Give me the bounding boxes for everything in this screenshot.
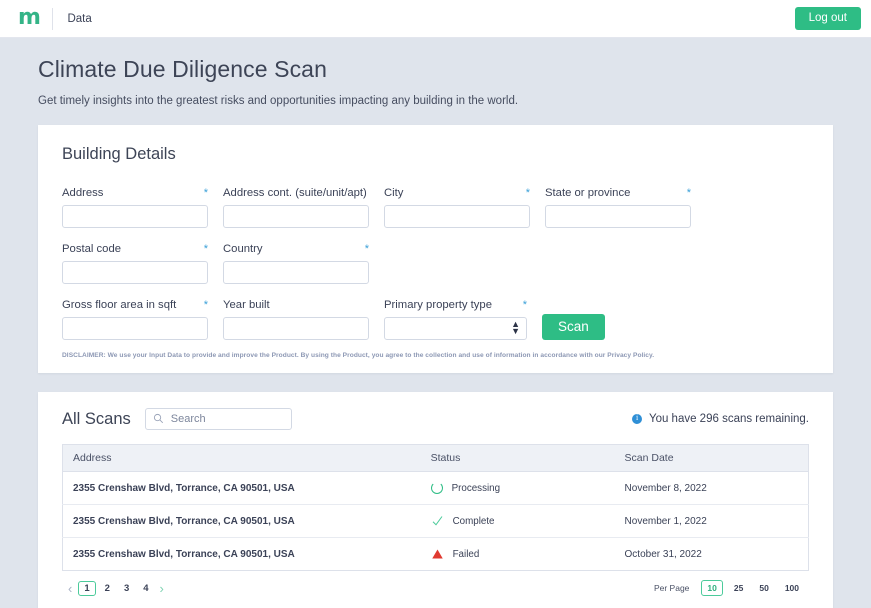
status-label: Complete (453, 516, 495, 527)
pagination: ‹ 1 2 3 4 › Per Page 10 25 50 100 (62, 571, 809, 596)
per-page-option-25[interactable]: 25 (729, 581, 748, 595)
required-marker-gross-floor-area: * (204, 301, 208, 310)
page-subtitle: Get timely insights into the greatest ri… (38, 95, 871, 107)
primary-property-type-select[interactable] (384, 317, 527, 340)
chevron-left-icon[interactable]: ‹ (64, 581, 76, 596)
field-primary-property-type: Primary property type * ▲▼ (384, 298, 527, 340)
scans-table-head: Address Status Scan Date (63, 445, 809, 472)
all-scans-header: All Scans You have 296 scans remaining. (62, 408, 809, 430)
address-input[interactable] (62, 205, 208, 228)
field-postal-code: Postal code * (62, 242, 208, 284)
per-page-option-50[interactable]: 50 (754, 581, 773, 595)
building-details-title: Building Details (62, 145, 809, 164)
all-scans-title: All Scans (62, 410, 131, 429)
page-button-3[interactable]: 3 (119, 582, 134, 595)
scans-remaining-text: You have 296 scans remaining. (649, 413, 809, 425)
nav-item-data[interactable]: Data (67, 13, 91, 25)
field-city: City * (384, 186, 530, 228)
field-state: State or province * (545, 186, 691, 228)
form-row-2: Postal code * Country * (62, 242, 809, 284)
field-label-gross-floor-area: Gross floor area in sqft (62, 299, 176, 311)
state-input[interactable] (545, 205, 691, 228)
logout-button[interactable]: Log out (795, 7, 861, 30)
postal-code-input[interactable] (62, 261, 208, 284)
spinner-icon (431, 482, 443, 494)
scan-button[interactable]: Scan (542, 314, 605, 340)
cell-status: Failed (421, 538, 615, 571)
top-navigation-bar: m Data Log out (0, 0, 871, 38)
info-circle-icon (632, 414, 642, 424)
page-button-1[interactable]: 1 (78, 581, 95, 596)
search-icon (153, 413, 164, 424)
form-row-3: Gross floor area in sqft * Year built Pr… (62, 298, 809, 340)
disclaimer-text: DISCLAIMER: We use your Input Data to pr… (62, 352, 809, 359)
field-label-address-cont: Address cont. (suite/unit/apt) (223, 187, 367, 199)
cell-scan-date: November 1, 2022 (615, 505, 809, 538)
required-marker-city: * (526, 189, 530, 198)
per-page-control: Per Page 10 25 50 100 (654, 580, 807, 596)
required-marker-postal-code: * (204, 245, 208, 254)
field-address-cont: Address cont. (suite/unit/apt) (223, 186, 369, 228)
page-header: Climate Due Diligence Scan Get timely in… (0, 38, 871, 107)
country-input[interactable] (223, 261, 369, 284)
scans-remaining: You have 296 scans remaining. (632, 413, 809, 425)
required-marker-address: * (204, 189, 208, 198)
scans-table: Address Status Scan Date 2355 Crenshaw B… (62, 444, 809, 571)
app-logo[interactable]: m (14, 7, 52, 31)
scans-table-body: 2355 Crenshaw Blvd, Torrance, CA 90501, … (63, 472, 809, 571)
table-row[interactable]: 2355 Crenshaw Blvd, Torrance, CA 90501, … (63, 538, 809, 571)
field-label-address: Address (62, 187, 103, 199)
cell-status: Processing (421, 472, 615, 505)
required-marker-primary-property-type: * (523, 301, 527, 310)
required-marker-country: * (365, 245, 369, 254)
field-label-year-built: Year built (223, 299, 270, 311)
column-header-scan-date: Scan Date (615, 445, 809, 472)
page-title: Climate Due Diligence Scan (38, 56, 871, 83)
field-country: Country * (223, 242, 369, 284)
field-label-country: Country (223, 243, 263, 255)
scan-button-wrap: Scan (542, 298, 605, 340)
chevron-right-icon[interactable]: › (156, 581, 168, 596)
check-icon (431, 515, 444, 527)
field-label-state: State or province (545, 187, 630, 199)
page-button-2[interactable]: 2 (100, 582, 115, 595)
field-label-primary-property-type: Primary property type (384, 299, 492, 311)
per-page-label: Per Page (654, 583, 689, 593)
field-label-postal-code: Postal code (62, 243, 121, 255)
address-cont-input[interactable] (223, 205, 369, 228)
cell-scan-date: October 31, 2022 (615, 538, 809, 571)
column-header-status: Status (421, 445, 615, 472)
table-row[interactable]: 2355 Crenshaw Blvd, Torrance, CA 90501, … (63, 472, 809, 505)
warning-triangle-icon (431, 548, 444, 560)
field-gross-floor-area: Gross floor area in sqft * (62, 298, 208, 340)
nav-divider (52, 8, 53, 30)
cell-address: 2355 Crenshaw Blvd, Torrance, CA 90501, … (63, 538, 421, 571)
required-marker-state: * (687, 189, 691, 198)
cell-address: 2355 Crenshaw Blvd, Torrance, CA 90501, … (63, 505, 421, 538)
search-box (145, 408, 292, 430)
per-page-option-10[interactable]: 10 (701, 580, 722, 596)
table-row[interactable]: 2355 Crenshaw Blvd, Torrance, CA 90501, … (63, 505, 809, 538)
status-label: Failed (453, 549, 480, 560)
table-header-row: Address Status Scan Date (63, 445, 809, 472)
cell-address: 2355 Crenshaw Blvd, Torrance, CA 90501, … (63, 472, 421, 505)
field-label-city: City (384, 187, 403, 199)
field-year-built: Year built (223, 298, 369, 340)
column-header-address: Address (63, 445, 421, 472)
cell-scan-date: November 8, 2022 (615, 472, 809, 505)
search-input[interactable] (145, 408, 292, 430)
page-button-4[interactable]: 4 (138, 582, 153, 595)
city-input[interactable] (384, 205, 530, 228)
building-details-card: Building Details Address * Address cont.… (38, 125, 833, 373)
gross-floor-area-input[interactable] (62, 317, 208, 340)
year-built-input[interactable] (223, 317, 369, 340)
cell-status: Complete (421, 505, 615, 538)
status-label: Processing (452, 483, 500, 494)
field-address: Address * (62, 186, 208, 228)
all-scans-card: All Scans You have 296 scans remaining. … (38, 392, 833, 608)
form-row-1: Address * Address cont. (suite/unit/apt)… (62, 186, 809, 228)
per-page-option-100[interactable]: 100 (780, 581, 804, 595)
